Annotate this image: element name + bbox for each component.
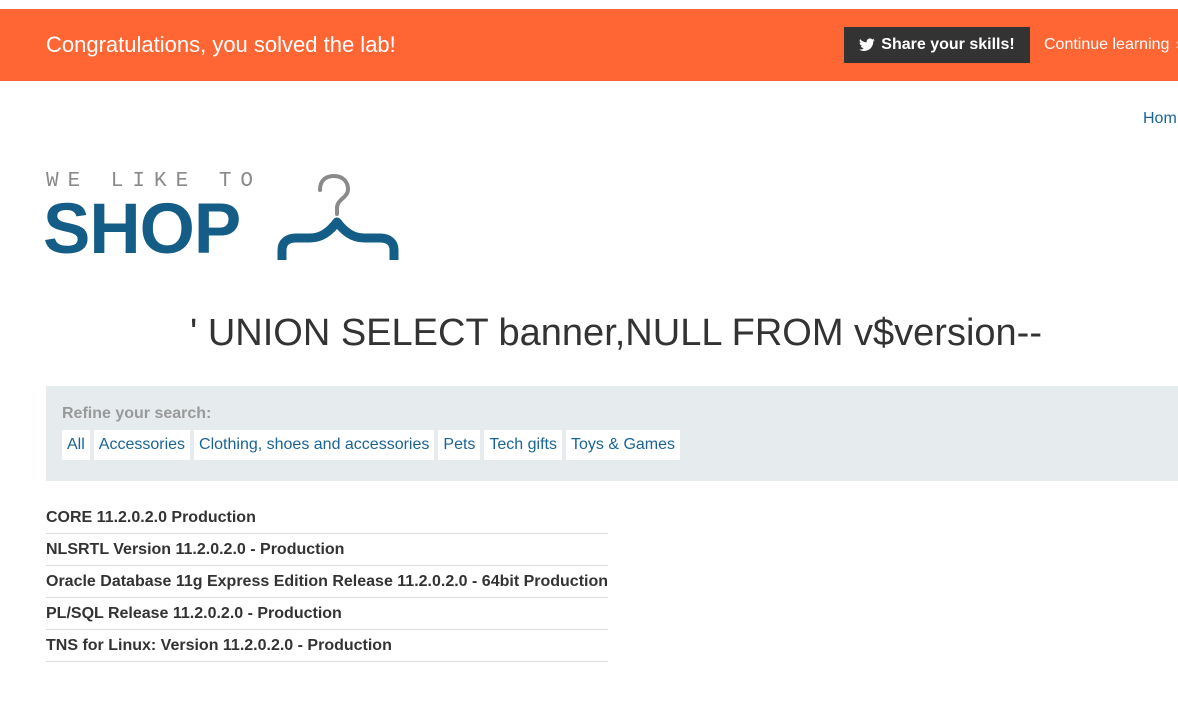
table-row: NLSRTL Version 11.2.0.2.0 - Production bbox=[46, 533, 609, 566]
filter-clothing-shoes-accessories[interactable]: Clothing, shoes and accessories bbox=[194, 430, 435, 460]
filter-label: Refine your search: bbox=[62, 405, 212, 422]
table-row: PL/SQL Release 11.2.0.2.0 - Production bbox=[46, 597, 609, 630]
filter-toys-games[interactable]: Toys & Games bbox=[566, 430, 681, 460]
continue-learning-link[interactable]: Continue learning› bbox=[1044, 34, 1178, 56]
search-query-title: ' UNION SELECT banner,NULL FROM v$versio… bbox=[190, 312, 1042, 354]
filter-accessories[interactable]: Accessories bbox=[93, 430, 191, 460]
home-link[interactable]: Hom bbox=[1143, 110, 1177, 128]
banner-message: Congratulations, you solved the lab! bbox=[46, 32, 396, 57]
filter-all[interactable]: All bbox=[62, 430, 90, 460]
table-row: CORE 11.2.0.2.0 Production bbox=[46, 502, 609, 534]
results-table: CORE 11.2.0.2.0 Production NLSRTL Versio… bbox=[46, 502, 609, 662]
filter-tech-gifts[interactable]: Tech gifts bbox=[484, 430, 562, 460]
top-strip bbox=[0, 0, 1178, 9]
table-row: Oracle Database 11g Express Edition Rele… bbox=[46, 565, 609, 598]
result-cell: NLSRTL Version 11.2.0.2.0 - Production bbox=[46, 533, 609, 566]
result-cell: Oracle Database 11g Express Edition Rele… bbox=[46, 565, 609, 598]
logo-wordmark: SHOP bbox=[43, 190, 241, 269]
filter-pets[interactable]: Pets bbox=[438, 430, 481, 460]
share-skills-button[interactable]: Share your skills! bbox=[844, 27, 1030, 63]
clothes-hanger-icon bbox=[277, 173, 399, 260]
table-row: TNS for Linux: Version 11.2.0.2.0 - Prod… bbox=[46, 629, 609, 662]
share-button-label: Share your skills! bbox=[881, 36, 1015, 53]
shop-logo[interactable]: WE LIKE TO SHOP bbox=[43, 168, 406, 269]
result-cell: CORE 11.2.0.2.0 Production bbox=[46, 502, 609, 534]
result-cell: PL/SQL Release 11.2.0.2.0 - Production bbox=[46, 597, 609, 630]
filter-panel: Refine your search: All Accessories Clot… bbox=[46, 386, 1178, 481]
result-cell: TNS for Linux: Version 11.2.0.2.0 - Prod… bbox=[46, 629, 609, 662]
twitter-bird-icon bbox=[859, 38, 876, 52]
continue-learning-label: Continue learning bbox=[1044, 36, 1170, 53]
filter-list: All Accessories Clothing, shoes and acce… bbox=[62, 430, 681, 460]
lab-solved-banner: Congratulations, you solved the lab! Sha… bbox=[0, 9, 1178, 81]
